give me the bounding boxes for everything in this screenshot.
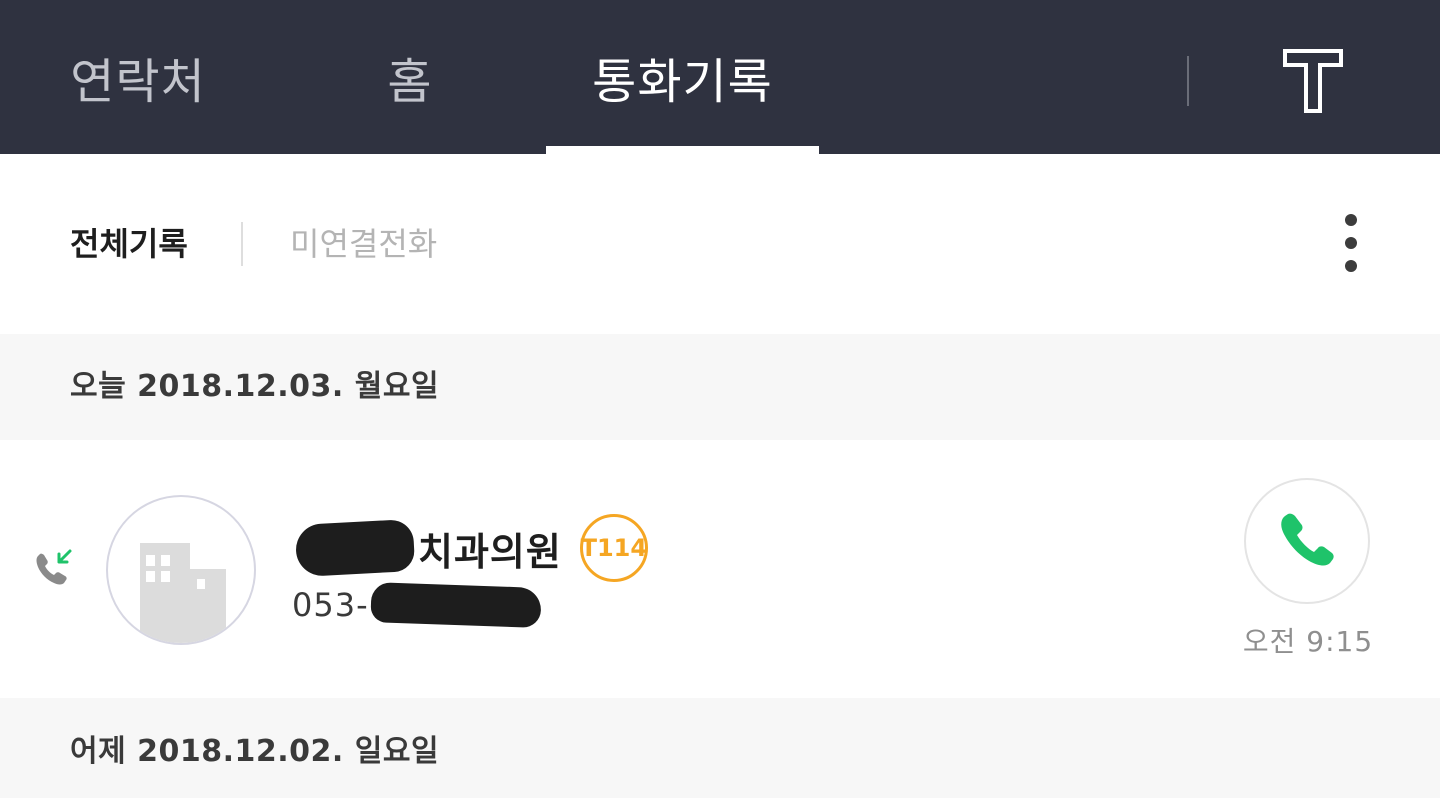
section-header-yesterday: 어제 2018.12.02. 일요일	[0, 698, 1440, 798]
tab-call-log[interactable]: 통화기록	[546, 0, 819, 154]
building-icon	[140, 543, 226, 643]
section-header-today: 오늘 2018.12.03. 월요일	[0, 334, 1440, 440]
t-logo-icon	[1283, 49, 1343, 113]
call-button[interactable]	[1244, 478, 1370, 604]
top-tab-bar: 연락처 홈 통화기록	[0, 0, 1440, 154]
redaction-mark	[369, 582, 542, 628]
caller-number: 053-	[292, 580, 542, 630]
active-tab-indicator	[546, 146, 819, 154]
t114-badge: T114	[579, 514, 648, 582]
section-date-today: 오늘 2018.12.03. 월요일	[70, 369, 440, 404]
topbar-divider	[1187, 56, 1189, 106]
tab-home[interactable]: 홈	[330, 0, 490, 154]
caller-number-text: 053-	[292, 586, 369, 624]
more-vertical-icon-dot	[1345, 237, 1357, 249]
phone-icon	[1281, 513, 1334, 566]
tab-contacts[interactable]: 연락처	[48, 0, 228, 154]
incoming-call-icon	[32, 548, 74, 590]
t114-badge-label: T114	[580, 534, 648, 562]
filter-row: 전체기록 미연결전화	[0, 154, 1440, 334]
filter-missed-calls[interactable]: 미연결전화	[290, 220, 437, 268]
t-logo-button[interactable]	[1280, 46, 1346, 116]
more-vertical-icon-dot	[1345, 260, 1357, 272]
avatar	[106, 495, 256, 645]
filter-divider	[241, 222, 243, 266]
section-date-yesterday: 어제 2018.12.02. 일요일	[70, 734, 440, 769]
filter-all-records[interactable]: 전체기록	[70, 220, 188, 268]
more-vertical-icon-dot	[1345, 214, 1357, 226]
caller-name-text: 치과의원	[418, 529, 562, 574]
more-options-button[interactable]	[1326, 208, 1376, 280]
call-log-item[interactable]: 치과의원 T114 053- 오전 9:15	[0, 440, 1440, 698]
caller-name: 치과의원 T114	[294, 514, 648, 582]
redaction-mark	[294, 518, 416, 578]
call-time: 오전 9:15	[1242, 625, 1374, 658]
